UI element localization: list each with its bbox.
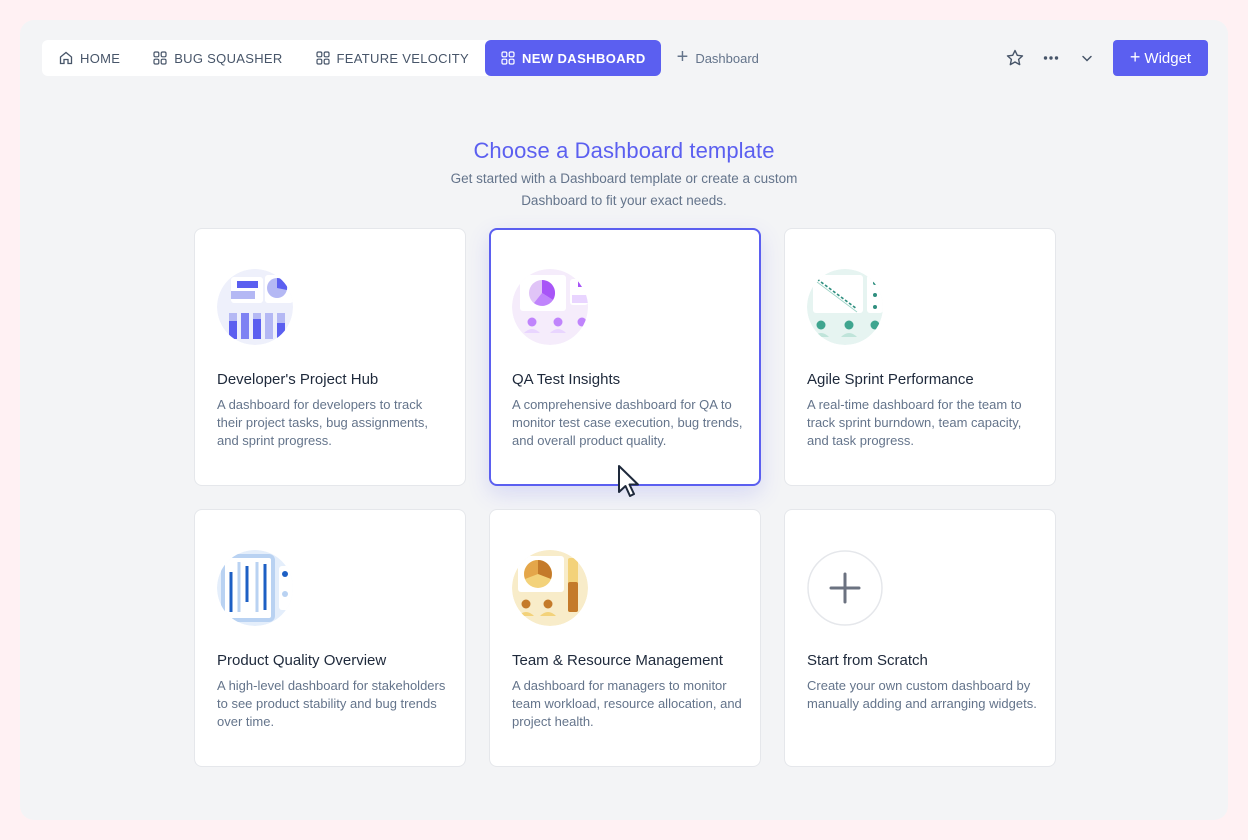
template-card-start-from-scratch[interactable]: Start from Scratch Create your own custo… bbox=[784, 509, 1056, 767]
toolbar: + Widget bbox=[997, 40, 1208, 76]
tab-feature-velocity[interactable]: FEATURE VELOCITY bbox=[299, 40, 485, 76]
tab-label: HOME bbox=[80, 50, 121, 66]
card-title: Developer's Project Hub bbox=[217, 371, 379, 388]
chevron-down-icon bbox=[1082, 55, 1092, 62]
page-subtitle: Get started with a Dashboard template or… bbox=[20, 168, 1228, 212]
template-card-developers-project-hub[interactable]: Developer's Project Hub A dashboard for … bbox=[194, 228, 466, 486]
tab-label: BUG SQUASHER bbox=[174, 50, 283, 66]
tab-bug-squasher[interactable]: BUG SQUASHER bbox=[136, 40, 298, 76]
card-description: A comprehensive dashboard for QA to moni… bbox=[512, 397, 743, 448]
card-title: QA Test Insights bbox=[512, 371, 621, 388]
card-description: A high-level dashboard for stakeholders … bbox=[217, 678, 446, 729]
add-dashboard-tab[interactable]: + Dashboard bbox=[676, 46, 759, 68]
subtitle-line-2: Dashboard to fit your exact needs. bbox=[521, 193, 727, 208]
tab-new-dashboard[interactable]: NEW DASHBOARD bbox=[484, 40, 661, 76]
home-icon bbox=[59, 51, 73, 65]
card-description: A real-time dashboard for the team to tr… bbox=[807, 397, 1022, 448]
template-card-product-quality-overview[interactable]: Product Quality Overview A high-level da… bbox=[194, 509, 466, 767]
qa-insights-illustration bbox=[512, 269, 588, 345]
template-card-qa-test-insights[interactable]: QA Test Insights A comprehensive dashboa… bbox=[489, 228, 761, 486]
card-title: Start from Scratch bbox=[807, 652, 928, 669]
card-description: A dashboard for managers to monitor team… bbox=[512, 678, 742, 729]
add-widget-button[interactable]: + Widget bbox=[1113, 40, 1208, 76]
page-title: Choose a Dashboard template bbox=[473, 138, 775, 163]
app-window: HOME BUG SQUASHER FEATURE VELOCITY NEW D… bbox=[20, 20, 1228, 820]
product-quality-illustration bbox=[217, 550, 293, 626]
more-options-button[interactable] bbox=[1033, 40, 1069, 76]
plus-icon bbox=[807, 550, 883, 626]
expand-button[interactable] bbox=[1069, 40, 1105, 76]
mouse-cursor-icon bbox=[618, 465, 639, 497]
widget-button-label: Widget bbox=[1144, 49, 1192, 67]
agile-sprint-illustration bbox=[807, 269, 883, 345]
star-icon bbox=[1006, 49, 1024, 66]
tab-label: FEATURE VELOCITY bbox=[336, 50, 469, 66]
tab-bar: HOME BUG SQUASHER FEATURE VELOCITY NEW D… bbox=[42, 40, 759, 76]
team-resource-illustration bbox=[512, 550, 588, 626]
subtitle-line-1: Get started with a Dashboard template or… bbox=[450, 171, 798, 186]
template-heading: Choose a Dashboard template Get started … bbox=[20, 138, 1228, 212]
plus-icon: + bbox=[1129, 46, 1141, 67]
favorite-button[interactable] bbox=[997, 40, 1033, 76]
plus-icon: + bbox=[676, 46, 689, 68]
grid-icon bbox=[501, 51, 515, 65]
tabs-group: HOME BUG SQUASHER FEATURE VELOCITY NEW D… bbox=[42, 40, 661, 76]
tab-label: NEW DASHBOARD bbox=[521, 50, 646, 66]
card-description: Create your own custom dashboard by manu… bbox=[807, 678, 1037, 711]
template-card-agile-sprint-performance[interactable]: Agile Sprint Performance A real-time das… bbox=[784, 228, 1056, 486]
template-card-team-resource-management[interactable]: Team & Resource Management A dashboard f… bbox=[489, 509, 761, 767]
grid-icon bbox=[315, 51, 330, 65]
card-title: Product Quality Overview bbox=[217, 652, 387, 669]
developer-hub-illustration bbox=[217, 269, 293, 345]
grid-icon bbox=[153, 51, 167, 65]
add-tab-label: Dashboard bbox=[695, 50, 759, 66]
more-icon bbox=[1043, 56, 1059, 60]
card-title: Team & Resource Management bbox=[512, 652, 723, 669]
tab-home[interactable]: HOME bbox=[42, 40, 136, 76]
card-title: Agile Sprint Performance bbox=[807, 371, 974, 388]
card-description: A dashboard for developers to track thei… bbox=[217, 397, 428, 448]
